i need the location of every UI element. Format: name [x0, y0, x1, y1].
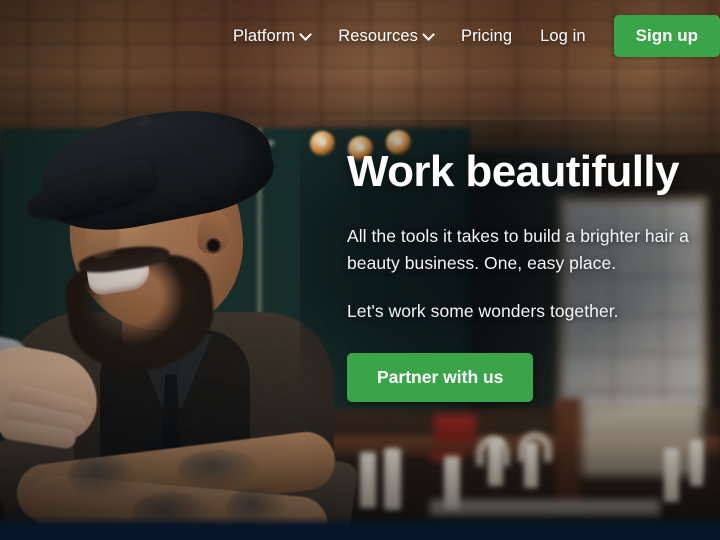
- footer-navy-band: [0, 526, 720, 540]
- footer-band-fade: [0, 516, 720, 526]
- nav-item-platform[interactable]: Platform: [233, 21, 324, 52]
- hero-paragraph-line-1: All the tools it takes to build a bright…: [347, 226, 689, 247]
- sign-up-button[interactable]: Sign up: [613, 15, 720, 57]
- hero-content: Work beautifully All the tools it takes …: [347, 148, 720, 402]
- partner-with-us-button[interactable]: Partner with us: [347, 352, 534, 402]
- nav-item-label: Resources: [338, 26, 418, 45]
- chevron-down-icon: [424, 30, 433, 39]
- chevron-down-icon: [301, 30, 310, 39]
- hero-headline: Work beautifully: [347, 147, 679, 196]
- nav-item-label: Pricing: [460, 26, 513, 45]
- nav-item-login[interactable]: Log in: [526, 21, 600, 52]
- hero-paragraph-line-2: beauty business. One, easy place.: [347, 252, 617, 273]
- top-navigation: Platform Resources Pricing Log in Sign u…: [0, 0, 720, 72]
- hero-tagline: Let's work some wonders together.: [347, 301, 619, 322]
- nav-item-resources[interactable]: Resources: [324, 21, 447, 52]
- nav-item-pricing[interactable]: Pricing: [447, 21, 526, 52]
- nav-item-label: Log in: [540, 26, 586, 45]
- nav-links: Platform Resources Pricing Log in Sign u…: [233, 15, 720, 57]
- hero-page: Platform Resources Pricing Log in Sign u…: [0, 0, 720, 540]
- nav-item-label: Platform: [232, 26, 296, 45]
- hero-paragraph: All the tools it takes to build a bright…: [347, 223, 720, 276]
